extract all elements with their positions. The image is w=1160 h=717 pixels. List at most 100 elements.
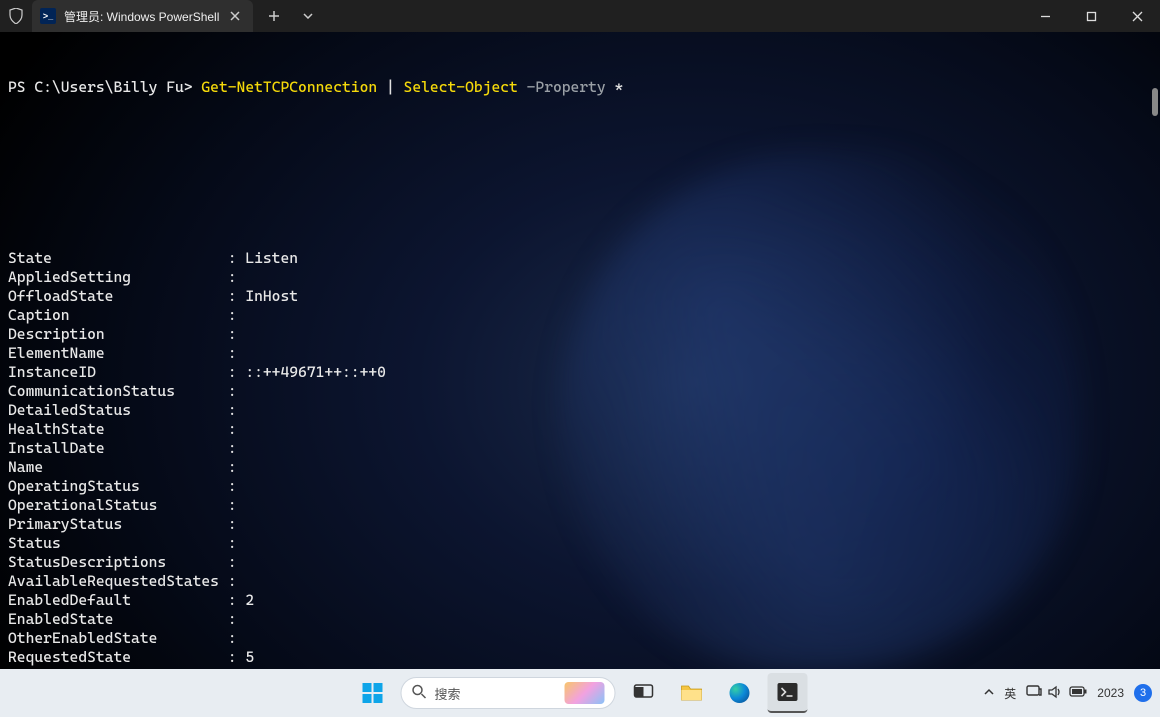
shield-icon [0, 0, 32, 32]
property-row: InstanceID : ::++49671++::++0 [8, 363, 1152, 382]
property-key: PrimaryStatus [8, 515, 228, 534]
search-placeholder: 搜索 [435, 684, 461, 703]
property-row: Description : [8, 325, 1152, 344]
tab-dropdown-button[interactable] [293, 1, 323, 31]
pipe-operator: | [386, 78, 395, 96]
property-row: StatusDescriptions : [8, 553, 1152, 572]
command-wildcard: * [615, 78, 624, 96]
property-row: EnabledDefault : 2 [8, 591, 1152, 610]
property-colon: : [228, 382, 246, 400]
system-tray: 英 2023 3 [984, 684, 1152, 702]
start-button[interactable] [353, 673, 393, 713]
property-value: InHost [245, 287, 298, 305]
property-key: OperationalStatus [8, 496, 228, 515]
task-view-button[interactable] [624, 673, 664, 713]
network-icon [1026, 685, 1042, 702]
notification-badge[interactable]: 3 [1134, 684, 1152, 702]
new-tab-button[interactable] [259, 1, 289, 31]
property-key: ElementName [8, 344, 228, 363]
property-colon: : [228, 534, 246, 552]
property-row: ElementName : [8, 344, 1152, 363]
tray-overflow-button[interactable] [984, 686, 994, 700]
property-key: Status [8, 534, 228, 553]
tab-close-button[interactable] [227, 8, 243, 24]
property-colon: : [228, 572, 246, 590]
property-key: InstallDate [8, 439, 228, 458]
property-colon: : [228, 496, 246, 514]
prompt-ps: PS [8, 78, 26, 96]
property-colon: : [228, 515, 246, 533]
property-key: State [8, 249, 228, 268]
property-key: AppliedSetting [8, 268, 228, 287]
property-key: HealthState [8, 420, 228, 439]
ime-indicator[interactable]: 英 [1004, 685, 1016, 702]
property-row: InstallDate : [8, 439, 1152, 458]
battery-icon [1069, 686, 1087, 700]
volume-icon [1048, 685, 1063, 702]
command-1: Get-NetTCPConnection [201, 78, 377, 96]
property-row: RequestedState : 5 [8, 648, 1152, 667]
clock-year[interactable]: 2023 [1097, 686, 1124, 700]
window-buttons [1022, 0, 1160, 32]
property-colon: : [228, 439, 246, 457]
property-row: CommunicationStatus : [8, 382, 1152, 401]
property-key: CommunicationStatus [8, 382, 228, 401]
edge-browser-button[interactable] [720, 673, 760, 713]
property-value: Listen [245, 249, 298, 267]
tab-powershell[interactable]: >_ 管理员: Windows PowerShell [32, 0, 253, 32]
property-colon: : [228, 268, 246, 286]
property-colon: : [228, 610, 246, 628]
property-key: Description [8, 325, 228, 344]
property-row: AppliedSetting : [8, 268, 1152, 287]
taskbar-center: 搜索 [353, 673, 808, 713]
property-colon: : [228, 249, 246, 267]
property-key: Name [8, 458, 228, 477]
property-key: StatusDescriptions [8, 553, 228, 572]
terminal-taskbar-button[interactable] [768, 673, 808, 713]
property-list: State : ListenAppliedSetting : OffloadSt… [8, 249, 1152, 669]
close-window-button[interactable] [1114, 0, 1160, 32]
property-colon: : [228, 553, 246, 571]
titlebar: >_ 管理员: Windows PowerShell [0, 0, 1160, 32]
property-colon: : [228, 344, 246, 362]
search-icon [412, 684, 427, 702]
system-icons[interactable] [1026, 685, 1087, 702]
powershell-icon: >_ [40, 8, 56, 24]
property-colon: : [228, 306, 246, 324]
property-colon: : [228, 287, 246, 305]
property-colon: : [228, 629, 246, 647]
property-row: State : Listen [8, 249, 1152, 268]
property-key: InstanceID [8, 363, 228, 382]
property-row: OtherEnabledState : [8, 629, 1152, 648]
search-decoration-icon [565, 682, 605, 704]
property-value: 5 [245, 648, 254, 666]
tab-title: 管理员: Windows PowerShell [64, 8, 219, 25]
property-key: RequestedState [8, 648, 228, 667]
property-key: OffloadState [8, 287, 228, 306]
property-row: PrimaryStatus : [8, 515, 1152, 534]
property-key: DetailedStatus [8, 401, 228, 420]
property-colon: : [228, 420, 246, 438]
terminal[interactable]: PS C:\Users\Billy Fu> Get-NetTCPConnecti… [0, 32, 1160, 669]
property-row: OffloadState : InHost [8, 287, 1152, 306]
taskbar-search[interactable]: 搜索 [401, 677, 616, 709]
property-key: OperatingStatus [8, 477, 228, 496]
property-colon: : [228, 458, 246, 476]
scrollbar-thumb[interactable] [1152, 88, 1158, 116]
property-row: EnabledState : [8, 610, 1152, 629]
property-row: OperationalStatus : [8, 496, 1152, 515]
command-flag: -Property [527, 78, 606, 96]
property-colon: : [228, 401, 246, 419]
property-key: Caption [8, 306, 228, 325]
property-key: EnabledDefault [8, 591, 228, 610]
maximize-button[interactable] [1068, 0, 1114, 32]
property-row: AvailableRequestedStates : [8, 572, 1152, 591]
minimize-button[interactable] [1022, 0, 1068, 32]
property-colon: : [228, 591, 246, 609]
file-explorer-button[interactable] [672, 673, 712, 713]
prompt-path: C:\Users\Billy Fu> [34, 78, 192, 96]
property-colon: : [228, 325, 246, 343]
property-key: OtherEnabledState [8, 629, 228, 648]
property-row: Caption : [8, 306, 1152, 325]
property-value: 2 [245, 591, 254, 609]
